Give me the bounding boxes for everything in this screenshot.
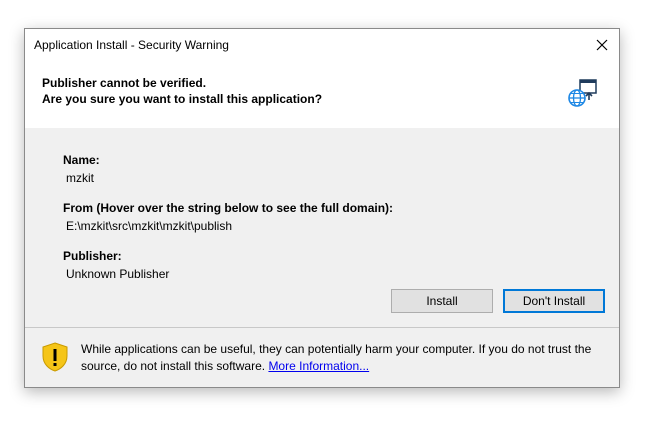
from-label: From (Hover over the string below to see… [63, 201, 394, 215]
footer-warning: While applications can be useful, they c… [81, 341, 606, 375]
from-section: From (Hover over the string below to see… [63, 201, 393, 233]
shield-warning-icon [42, 342, 68, 372]
globe-window-icon [568, 79, 597, 107]
publisher-warning-heading: Publisher cannot be verified. [42, 76, 207, 90]
install-button[interactable]: Install [391, 289, 493, 313]
footer-divider [25, 327, 619, 328]
publisher-label: Publisher: [63, 249, 122, 263]
publisher-value: Unknown Publisher [66, 267, 170, 281]
security-warning-dialog: Application Install - Security Warning P… [24, 28, 620, 388]
dont-install-button[interactable]: Don't Install [503, 289, 605, 313]
publisher-section: Publisher: Unknown Publisher [63, 249, 169, 281]
close-button[interactable] [585, 29, 619, 61]
window-title: Application Install - Security Warning [34, 38, 229, 52]
more-information-link[interactable]: More Information... [268, 359, 369, 373]
name-section: Name: mzkit [63, 153, 100, 185]
header-panel: Publisher cannot be verified. Are you su… [25, 61, 619, 128]
title-bar: Application Install - Security Warning [25, 29, 619, 61]
close-icon [596, 39, 608, 51]
name-label: Name: [63, 153, 100, 167]
install-confirmation-question: Are you sure you want to install this ap… [42, 92, 323, 106]
from-value[interactable]: E:\mzkit\src\mzkit\mzkit\publish [66, 219, 393, 233]
name-value: mzkit [66, 171, 94, 185]
